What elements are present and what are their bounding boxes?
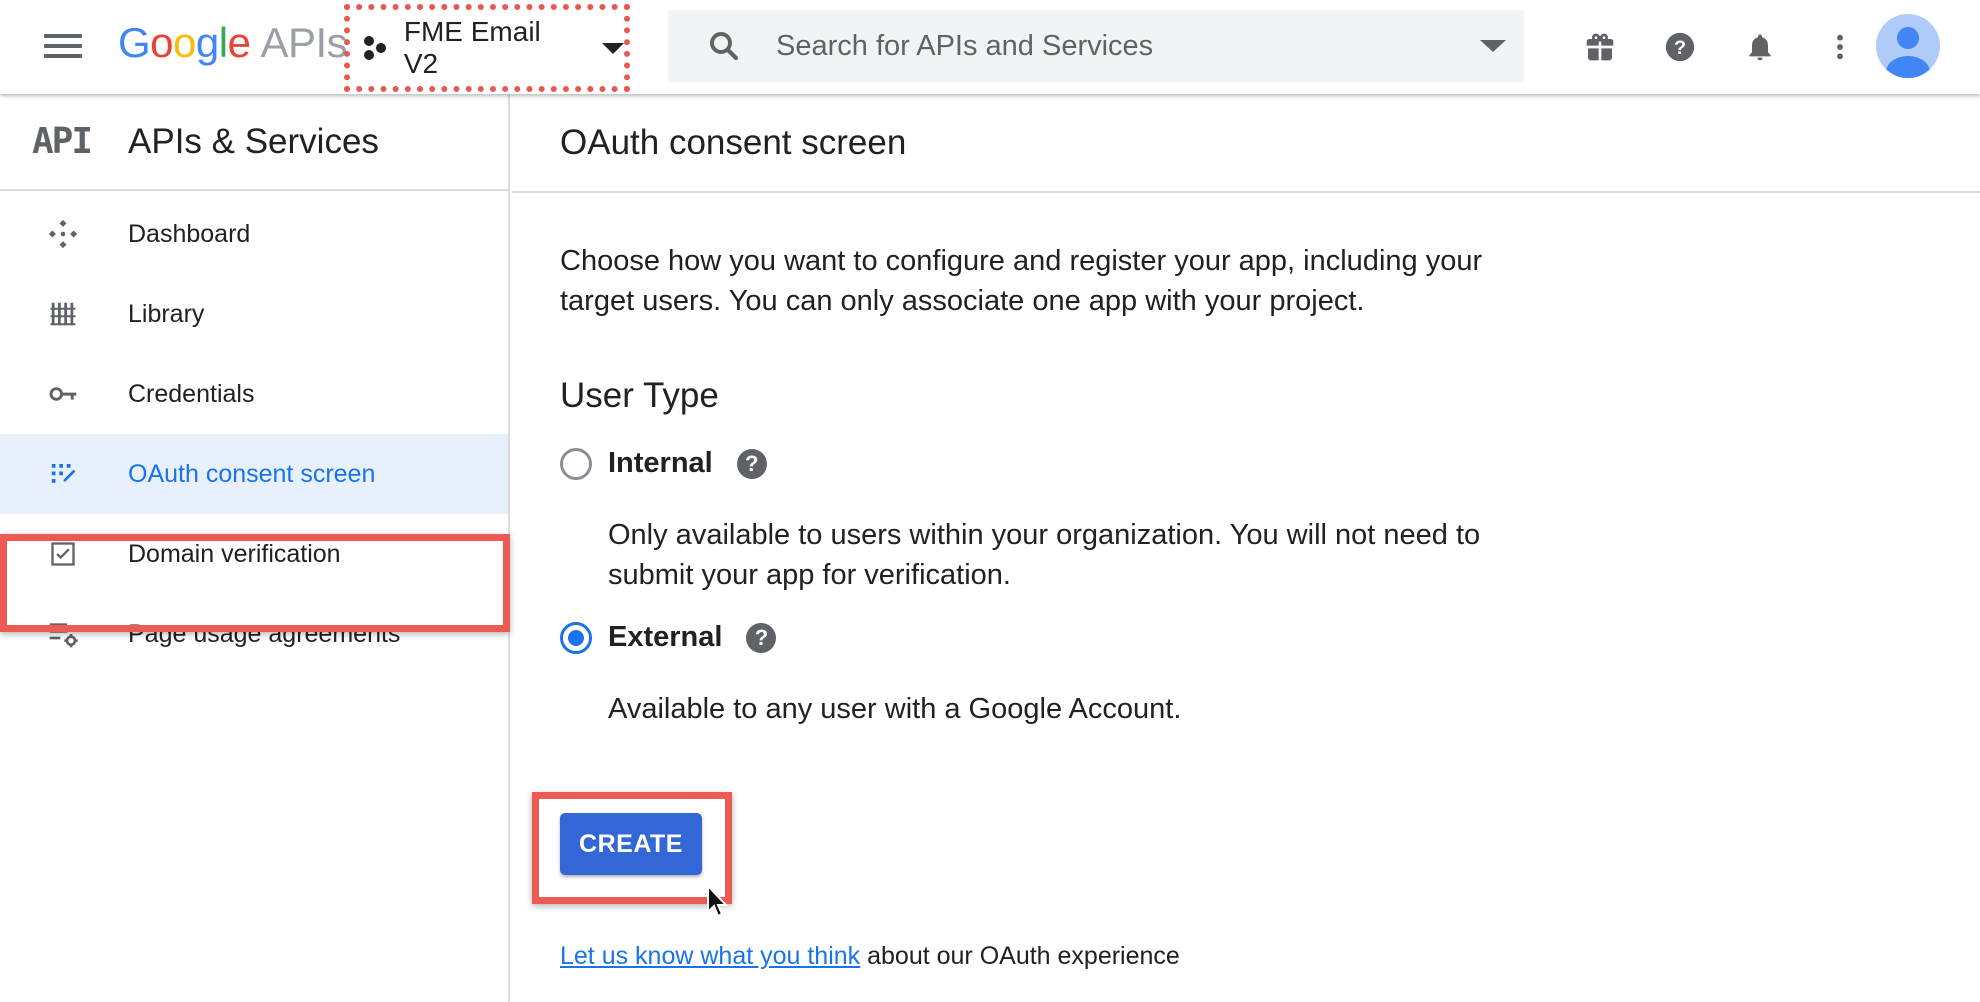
library-icon <box>46 297 80 331</box>
search-icon[interactable] <box>698 10 758 82</box>
help-icon[interactable]: ? <box>746 622 777 653</box>
project-name: FME Email V2 <box>403 16 541 79</box>
sidebar-item-label: Dashboard <box>128 219 251 248</box>
bell-icon[interactable] <box>1720 16 1800 78</box>
chevron-down-icon <box>602 42 624 54</box>
checkbox-icon <box>46 537 80 571</box>
top-app-bar: GoogleAPIs FME Email V2 ? <box>0 0 1980 94</box>
top-actions: ? <box>1560 16 1880 78</box>
google-apis-logo[interactable]: Google APIs <box>118 18 348 68</box>
feedback-link[interactable]: Let us know what you think <box>560 942 860 970</box>
external-description: Available to any user with a Google Acco… <box>608 693 1182 725</box>
feedback-line: Let us know what you think about our OAu… <box>560 942 1180 971</box>
consent-icon <box>46 457 80 491</box>
search-input[interactable] <box>776 16 1456 76</box>
help-icon[interactable]: ? <box>736 448 767 479</box>
sidebar-item-library[interactable]: Library <box>0 274 508 354</box>
sidebar-item-dashboard[interactable]: Dashboard <box>0 194 508 274</box>
account-avatar[interactable] <box>1876 14 1940 78</box>
settings-list-icon <box>46 617 80 651</box>
page-description: Choose how you want to configure and reg… <box>560 245 1483 317</box>
sidebar-item-label: Credentials <box>128 379 255 408</box>
sidebar-title: APIs & Services <box>128 121 379 161</box>
svg-text:?: ? <box>1674 37 1686 59</box>
project-icon <box>362 34 390 62</box>
create-button[interactable]: CREATE <box>560 813 702 875</box>
radio-internal[interactable]: Internal ? <box>560 447 767 480</box>
radio-external[interactable]: External ? <box>560 621 777 654</box>
sidebar-item-label: Library <box>128 299 205 328</box>
page-title: OAuth consent screen <box>560 122 907 162</box>
radio-button-external[interactable] <box>560 621 592 654</box>
main-header: OAuth consent screen <box>512 94 1980 193</box>
sidebar-item-oauth-consent-screen[interactable]: OAuth consent screen <box>0 434 508 514</box>
sidebar-item-domain-verification[interactable]: Domain verification <box>0 514 508 594</box>
feedback-text: about our OAuth experience <box>860 942 1180 970</box>
sidebar-nav: Dashboard Library Credentials OAuth cons… <box>0 194 508 674</box>
sidebar-item-credentials[interactable]: Credentials <box>0 354 508 434</box>
project-selector[interactable]: FME Email V2 <box>344 4 630 92</box>
sidebar: API APIs & Services Dashboard Library Cr… <box>0 94 510 1002</box>
sidebar-header: API APIs & Services <box>0 94 508 191</box>
dashboard-icon <box>46 217 80 251</box>
mouse-cursor-icon <box>707 884 729 918</box>
key-icon <box>46 377 80 411</box>
sidebar-item-label: OAuth consent screen <box>128 459 376 488</box>
api-logo-icon: API <box>32 121 93 162</box>
internal-description: Only available to users within your orga… <box>608 519 1481 591</box>
more-vert-icon[interactable] <box>1800 16 1880 78</box>
menu-icon[interactable] <box>44 31 84 61</box>
sidebar-item-label: Domain verification <box>128 539 341 568</box>
radio-label: Internal <box>608 447 713 479</box>
radio-label: External <box>608 621 723 653</box>
sidebar-item-label: Page usage agreements <box>128 619 401 648</box>
sidebar-item-page-usage-agreements[interactable]: Page usage agreements <box>0 594 508 674</box>
search-bar[interactable] <box>668 10 1524 82</box>
radio-button-internal[interactable] <box>560 447 592 480</box>
search-dropdown-icon[interactable] <box>1480 40 1506 52</box>
user-type-heading: User Type <box>560 376 719 415</box>
help-icon[interactable]: ? <box>1640 16 1720 78</box>
gift-icon[interactable] <box>1560 16 1640 78</box>
